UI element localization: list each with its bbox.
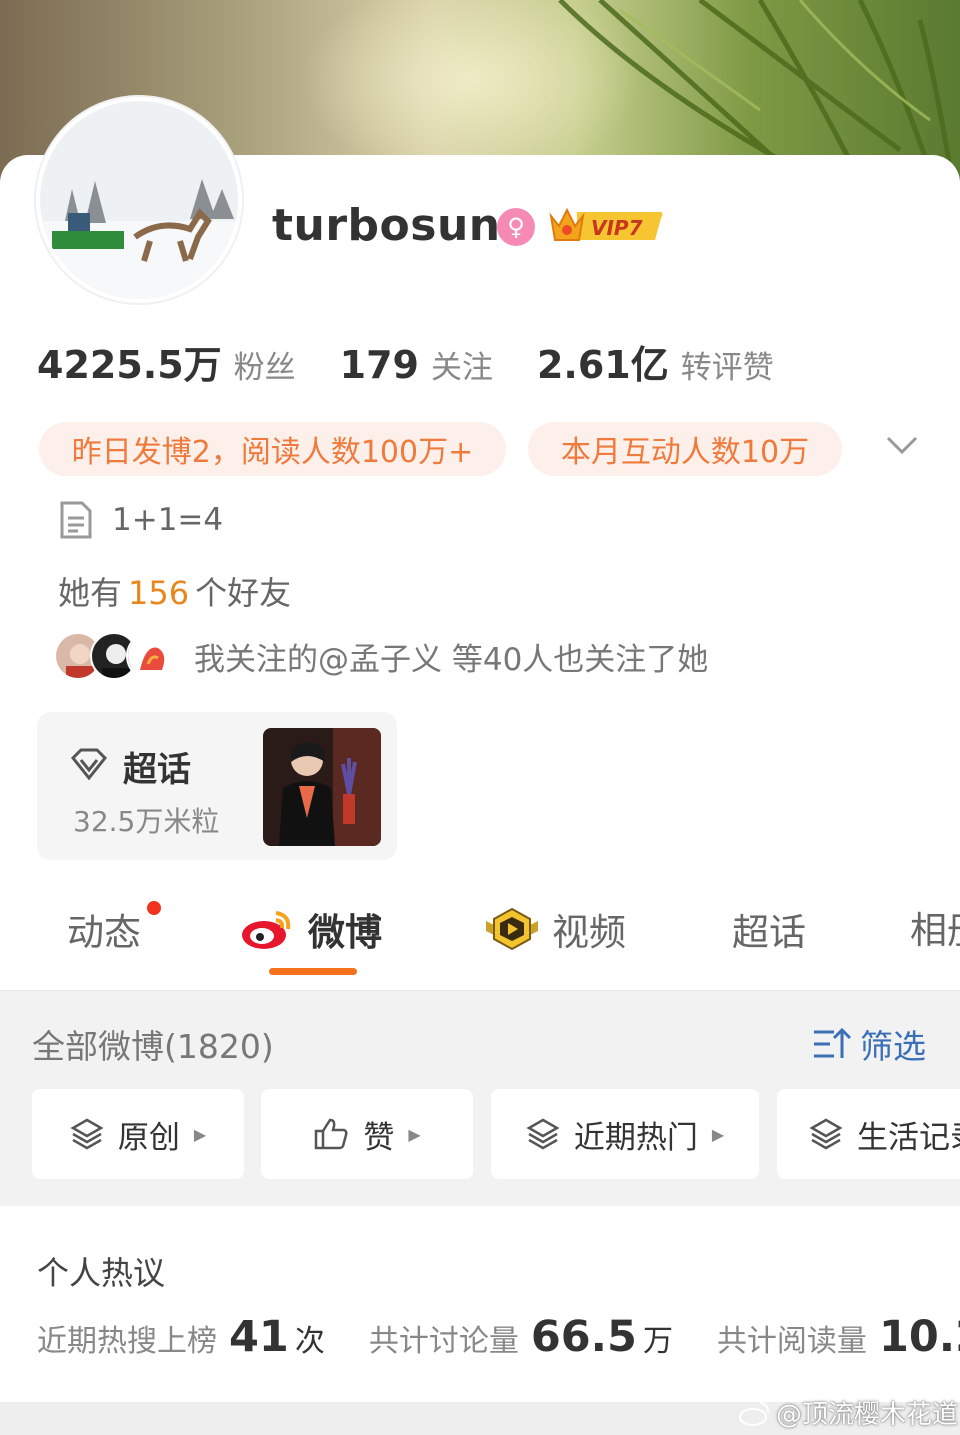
female-icon: ♀ [497,208,535,246]
tab-weibo[interactable]: 微博 [240,902,382,956]
super-topic-title: 超话 [123,750,191,790]
super-topic-icon [69,744,109,784]
vip-crown-icon[interactable]: VIP7 [547,204,665,248]
following-label: 关注 [430,350,493,386]
hot-discussion-stats: 近期热搜上榜 41 次 共计讨论量 66.5 万 共计阅读量 10.2 [37,1312,960,1362]
video-icon [486,907,538,951]
mutual-follow-row[interactable]: 我关注的@孟子义 等40人也关注了她 [54,632,708,680]
fans-label: 粉丝 [233,350,296,386]
following-stat[interactable]: 179 关注 [340,342,493,387]
friends-suffix: 个好友 [195,574,292,612]
chip-life[interactable]: 生活记录 [777,1089,960,1179]
likes-count: 2.61亿 [536,343,669,387]
friends-prefix: 她有 [58,574,123,612]
super-topic-card[interactable]: 超话 32.5万米粒 [37,712,397,860]
caret-right-icon: ▶ [193,1124,207,1144]
watermark-text: @顶流樱木花道 [776,1400,959,1430]
tab-supertopic-label: 超话 [732,911,806,954]
friends-count[interactable]: 她有 156 个好友 [58,568,291,614]
caret-right-icon: ▶ [408,1124,421,1144]
trending-unit: 次 [294,1324,325,1359]
trending-count: 41 [229,1312,289,1362]
caret-right-icon: ▶ [711,1124,725,1144]
trending-label: 近期热搜上榜 [37,1324,217,1359]
chip-recent-hot-label: 近期热门 [573,1119,698,1156]
tab-dynamic[interactable]: 动态 [67,902,141,956]
notification-dot [147,901,161,915]
mutual-follow-text: 我关注的@孟子义 等40人也关注了她 [194,641,709,678]
mutual-avatar [126,632,174,680]
tab-dynamic-label: 动态 [67,911,141,954]
fans-count: 4225.5万 [37,343,222,387]
chevron-down-icon[interactable] [884,428,920,464]
chip-original-label: 原创 [117,1119,180,1156]
chip-life-label: 生活记录 [857,1119,960,1156]
read-count: 10.2 [878,1312,960,1362]
tab-video[interactable]: 视频 [484,902,626,956]
chip-recent-hot[interactable]: 近期热门 ▶ [491,1089,759,1179]
likes-stat[interactable]: 2.61亿 转评赞 [537,334,774,389]
fans-stat[interactable]: 4225.5万 粉丝 [37,334,296,389]
layers-icon [526,1118,560,1150]
layers-icon [70,1118,104,1150]
hot-discussion-title: 个人热议 [37,1254,166,1292]
super-topic-thumbnail [263,728,381,846]
thumbs-up-icon [315,1118,348,1150]
tab-supertopic[interactable]: 超话 [732,902,806,956]
chip-liked[interactable]: 赞 ▶ [261,1089,473,1179]
discussion-count: 66.5 [530,1312,637,1362]
stats-row: 4225.5万 粉丝 179 关注 2.61亿 转评赞 [37,334,774,389]
weibo-logo-icon [242,911,291,949]
following-count: 179 [339,343,419,387]
active-tab-indicator [269,968,357,975]
vip-label: VIP7 [591,216,643,240]
tab-album[interactable]: 相册 [910,902,960,952]
filter-button[interactable]: 筛选 [812,1020,926,1068]
monthly-interaction-pill[interactable]: 本月互动人数10万 [528,422,842,476]
discussion-label: 共计讨论量 [368,1324,519,1359]
friends-number: 156 [128,574,190,612]
weibo-watermark-icon [739,1401,770,1426]
tab-weibo-label: 微博 [308,911,382,954]
avatar[interactable] [34,95,244,305]
chip-liked-label: 赞 [363,1119,395,1156]
bio-text: 1+1=4 [112,502,224,538]
likes-label: 转评赞 [680,350,774,386]
tab-video-label: 视频 [552,911,626,954]
watermark: @顶流樱木花道 [738,1394,958,1431]
all-weibo-count: 全部微博(1820) [32,1027,274,1066]
yesterday-posts-pill[interactable]: 昨日发博2，阅读人数100万+ [39,422,506,476]
read-label: 共计阅读量 [716,1324,867,1359]
discussion-unit: 万 [642,1324,673,1359]
username: turbosun [272,200,501,251]
filter-label: 筛选 [860,1027,926,1066]
layers-icon [809,1118,843,1150]
chip-original[interactable]: 原创 ▶ [32,1089,244,1179]
tab-album-label: 相册 [910,909,960,952]
document-icon [60,501,92,539]
bio-row: 1+1=4 [58,500,223,540]
super-topic-points: 32.5万米粒 [73,805,220,838]
filter-icon [814,1027,852,1058]
